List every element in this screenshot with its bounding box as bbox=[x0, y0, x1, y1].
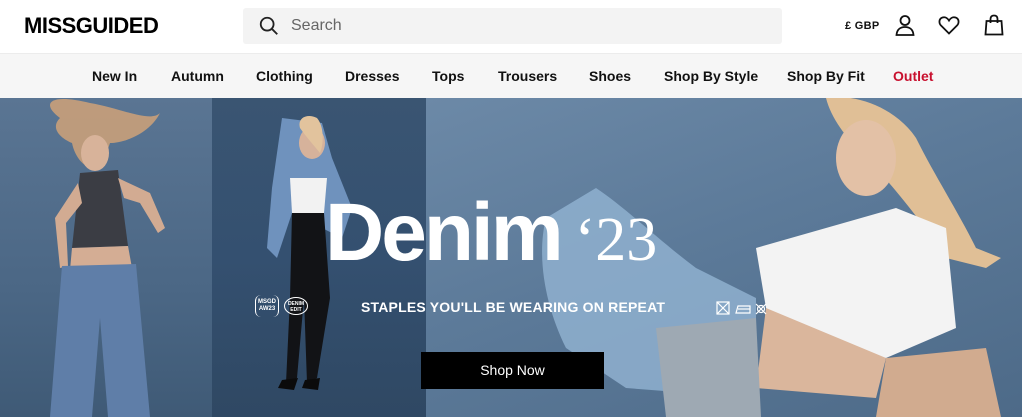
collection-badge: MSGD AW23 bbox=[255, 295, 279, 317]
search-icon[interactable] bbox=[258, 15, 280, 37]
nav-item-shoes[interactable]: Shoes bbox=[589, 68, 631, 84]
hero-title-main: Denim bbox=[325, 187, 564, 278]
account-icon[interactable] bbox=[893, 13, 917, 37]
wishlist-icon[interactable] bbox=[937, 13, 961, 37]
currency-selector[interactable]: £ GBP bbox=[845, 20, 880, 32]
site-header: MISSGUIDED £ GBP bbox=[0, 0, 1022, 53]
nav-item-shop-by-fit[interactable]: Shop By Fit bbox=[787, 68, 865, 84]
nav-item-autumn[interactable]: Autumn bbox=[171, 68, 224, 84]
care-label-icons bbox=[716, 301, 767, 315]
nav-item-dresses[interactable]: Dresses bbox=[345, 68, 400, 84]
search-bar[interactable] bbox=[243, 8, 782, 44]
model-figure-left bbox=[50, 98, 165, 417]
brand-logo[interactable]: MISSGUIDED bbox=[24, 13, 159, 39]
hero-banner[interactable]: Denim ‘23 MSGD AW23 DENIM EDIT STAPLES YO… bbox=[0, 98, 1022, 417]
search-input[interactable] bbox=[291, 8, 771, 44]
nav-item-new-in[interactable]: New In bbox=[92, 68, 137, 84]
bag-icon[interactable] bbox=[982, 13, 1006, 37]
hero-title: Denim ‘23 bbox=[325, 186, 657, 280]
nav-item-clothing[interactable]: Clothing bbox=[256, 68, 313, 84]
denim-edit-badge: DENIM EDIT bbox=[284, 297, 308, 315]
main-navigation: New In Autumn Clothing Dresses Tops Trou… bbox=[0, 53, 1022, 98]
hero-photo-left bbox=[0, 98, 212, 417]
nav-item-trousers[interactable]: Trousers bbox=[498, 68, 557, 84]
shop-now-button[interactable]: Shop Now bbox=[421, 352, 604, 389]
hero-title-year: ‘23 bbox=[574, 206, 658, 274]
nav-item-outlet[interactable]: Outlet bbox=[893, 68, 933, 84]
nav-item-shop-by-style[interactable]: Shop By Style bbox=[664, 68, 758, 84]
hero-tagline: STAPLES YOU'LL BE WEARING ON REPEAT bbox=[361, 299, 666, 315]
nav-item-tops[interactable]: Tops bbox=[432, 68, 464, 84]
